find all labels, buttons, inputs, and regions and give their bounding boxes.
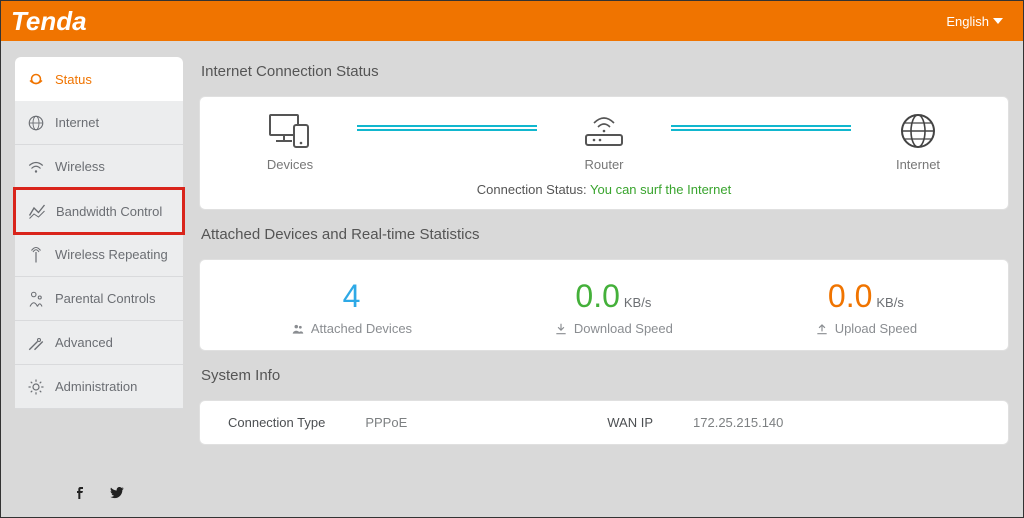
status-row: Devices Router Internet — [220, 111, 988, 172]
status-label-internet: Internet — [896, 157, 940, 172]
antenna-icon — [27, 246, 45, 264]
status-node-internet: Internet — [863, 111, 973, 172]
status-label-devices: Devices — [267, 157, 313, 172]
stat-attached-caption: Attached Devices — [291, 321, 412, 336]
chevron-down-icon — [993, 18, 1003, 24]
stat-download-caption: Download Speed — [554, 321, 673, 336]
upload-icon — [815, 322, 829, 336]
sidebar: Status Internet Wireless Bandwidth Contr… — [15, 57, 183, 517]
language-selector[interactable]: English — [946, 14, 1003, 29]
status-node-devices: Devices — [235, 111, 345, 172]
connection-status-label: Connection Status: — [477, 182, 587, 197]
sidebar-item-wireless-repeating[interactable]: Wireless Repeating — [15, 233, 183, 277]
sidebar-item-label: Wireless Repeating — [55, 247, 168, 262]
sidebar-item-status[interactable]: Status — [15, 57, 183, 101]
sidebar-item-label: Internet — [55, 115, 99, 130]
system-info-card: Connection Type PPPoE WAN IP 172.25.215.… — [199, 400, 1009, 445]
status-label-router: Router — [584, 157, 623, 172]
connection-status-value: You can surf the Internet — [590, 182, 731, 197]
sysinfo-conn-type-label: Connection Type — [228, 415, 325, 430]
status-icon — [27, 70, 45, 88]
stat-download-value: 0.0KB/s — [575, 278, 651, 315]
sysinfo-conn-type-value: PPPoE — [365, 415, 407, 430]
stat-upload-speed: 0.0KB/s Upload Speed — [815, 278, 917, 336]
social-links — [15, 475, 183, 517]
stat-attached-devices: 4 Attached Devices — [291, 278, 412, 336]
section-title-connection: Internet Connection Status — [201, 63, 1009, 80]
users-icon — [291, 322, 305, 336]
section-title-sysinfo: System Info — [201, 367, 1009, 384]
sysinfo-connection-type: Connection Type PPPoE — [228, 415, 407, 430]
sidebar-item-internet[interactable]: Internet — [15, 101, 183, 145]
sidebar-item-wireless[interactable]: Wireless — [15, 145, 183, 189]
devices-icon — [266, 111, 314, 151]
sidebar-item-label: Administration — [55, 379, 137, 394]
top-bar: Tenda English — [1, 1, 1023, 41]
sysinfo-wan-ip-value: 172.25.215.140 — [693, 415, 783, 430]
tools-icon — [27, 334, 45, 352]
wifi-icon — [27, 158, 45, 176]
connection-link — [357, 125, 537, 131]
section-title-stats: Attached Devices and Real-time Statistic… — [201, 226, 1009, 243]
sidebar-item-label: Wireless — [55, 159, 105, 174]
sidebar-item-administration[interactable]: Administration — [15, 365, 183, 409]
globe-icon — [27, 114, 45, 132]
sidebar-item-advanced[interactable]: Advanced — [15, 321, 183, 365]
main-content: Internet Connection Status Devices Route… — [199, 57, 1009, 517]
sidebar-item-label: Parental Controls — [55, 291, 155, 306]
connection-status-line: Connection Status: You can surf the Inte… — [220, 182, 988, 197]
download-icon — [554, 322, 568, 336]
family-icon — [27, 290, 45, 308]
connection-link — [671, 125, 851, 131]
chart-icon — [28, 202, 46, 220]
language-label: English — [946, 14, 989, 29]
stats-card: 4 Attached Devices 0.0KB/s Download Spee… — [199, 259, 1009, 351]
sidebar-item-label: Bandwidth Control — [56, 204, 162, 219]
connection-status-card: Devices Router Internet Connection Statu… — [199, 96, 1009, 210]
sidebar-item-bandwidth-control[interactable]: Bandwidth Control — [13, 187, 185, 235]
twitter-icon[interactable] — [109, 485, 125, 501]
stat-download-speed: 0.0KB/s Download Speed — [554, 278, 673, 336]
stat-attached-value: 4 — [343, 278, 361, 315]
stat-upload-caption: Upload Speed — [815, 321, 917, 336]
status-node-router: Router — [549, 111, 659, 172]
stat-upload-value: 0.0KB/s — [828, 278, 904, 315]
router-icon — [580, 111, 628, 151]
gear-icon — [27, 378, 45, 396]
brand-logo: Tenda — [11, 6, 87, 37]
sysinfo-wan-ip: WAN IP 172.25.215.140 — [607, 415, 783, 430]
facebook-icon[interactable] — [73, 485, 89, 501]
sidebar-item-label: Advanced — [55, 335, 113, 350]
sidebar-item-label: Status — [55, 72, 92, 87]
sysinfo-wan-ip-label: WAN IP — [607, 415, 653, 430]
sidebar-item-parental-controls[interactable]: Parental Controls — [15, 277, 183, 321]
internet-icon — [894, 111, 942, 151]
